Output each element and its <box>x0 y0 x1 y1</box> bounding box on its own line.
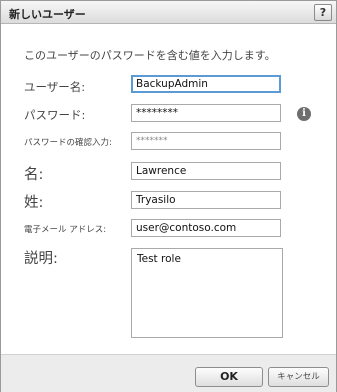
cancel-button[interactable]: キャンセル <box>268 367 329 387</box>
email-field[interactable]: user@contoso.com <box>131 219 281 237</box>
ok-button[interactable]: OK <box>195 367 263 387</box>
dialog-titlebar: 新しいユーザー ? <box>1 1 336 24</box>
instruction-text: このユーザーのパスワードを含む値を入力します。 <box>24 49 276 62</box>
new-user-dialog: 新しいユーザー ? このユーザーのパスワードを含む値を入力します。 ユーザー名:… <box>0 0 337 392</box>
password-field[interactable]: ******** <box>131 104 281 122</box>
dialog-footer: OK キャンセル <box>1 354 336 392</box>
dialog-title: 新しいユーザー <box>9 8 86 21</box>
username-field[interactable]: BackupAdmin <box>131 75 281 93</box>
password-confirm-label: パスワードの確認入力: <box>24 138 112 148</box>
last-name-field[interactable]: Tryasilo <box>131 191 281 209</box>
password-label: パスワード: <box>24 108 86 122</box>
password-confirm-field[interactable]: ******* <box>131 132 281 150</box>
first-name-field[interactable]: Lawrence <box>131 162 281 180</box>
info-icon[interactable]: i <box>297 107 311 121</box>
help-button[interactable]: ? <box>314 4 332 21</box>
last-name-label: 姓: <box>24 195 44 211</box>
description-label: 説明: <box>24 251 58 267</box>
username-label: ユーザー名: <box>24 80 86 94</box>
email-label: 電子メール アドレス: <box>24 225 107 235</box>
first-name-label: 名: <box>24 167 44 183</box>
description-textarea[interactable]: Test role <box>131 248 283 338</box>
